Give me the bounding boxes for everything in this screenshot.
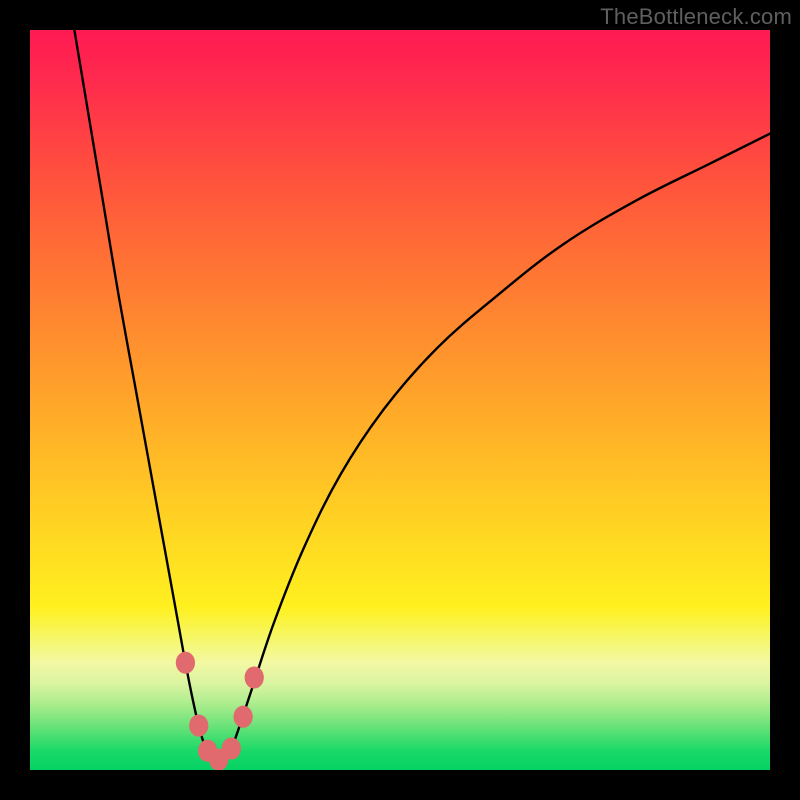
curve-marker	[245, 666, 264, 688]
watermark-text: TheBottleneck.com	[600, 4, 792, 30]
curve-marker	[176, 652, 195, 674]
curve-marker	[234, 706, 253, 728]
chart-background	[30, 30, 770, 770]
curve-marker	[222, 737, 241, 759]
curve-marker	[189, 715, 208, 737]
chart-frame	[30, 30, 770, 770]
bottleneck-chart	[30, 30, 770, 770]
